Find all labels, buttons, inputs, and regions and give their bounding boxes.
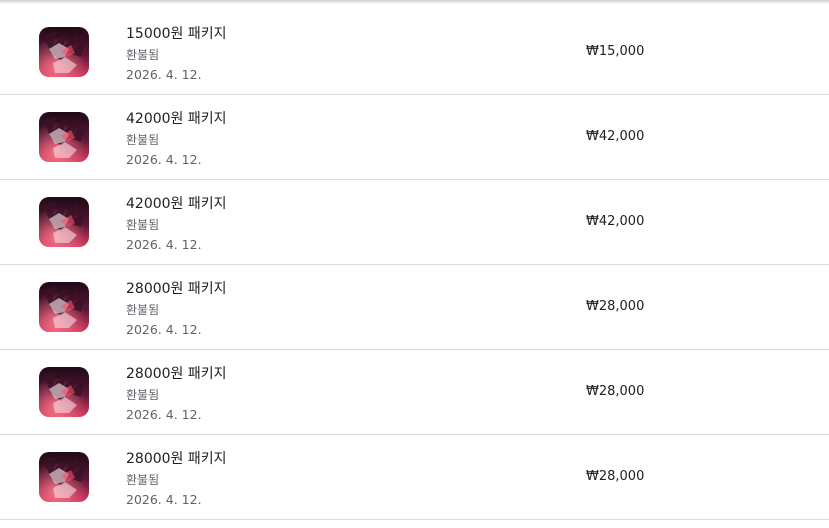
package-title: 28000원 패키지: [126, 281, 227, 297]
game-app-icon: [39, 367, 89, 417]
purchase-row[interactable]: 15000원 패키지 환불됨 2026. 4. 12. ₩15,000: [0, 10, 829, 95]
refund-status: 환불됨: [126, 133, 160, 147]
package-price: ₩42,000: [586, 129, 645, 144]
game-app-icon: [39, 112, 89, 162]
game-app-icon: [39, 197, 89, 247]
package-price: ₩28,000: [586, 384, 645, 399]
package-price: ₩42,000: [586, 214, 645, 229]
game-app-icon: [39, 282, 89, 332]
purchase-list: 15000원 패키지 환불됨 2026. 4. 12. ₩15,000 4200…: [0, 10, 829, 520]
package-price: ₩28,000: [586, 469, 645, 484]
game-app-icon: [39, 27, 89, 77]
package-title: 28000원 패키지: [126, 366, 227, 382]
purchase-date: 2026. 4. 12.: [126, 237, 202, 252]
purchase-history-page: 15000원 패키지 환불됨 2026. 4. 12. ₩15,000 4200…: [0, 0, 829, 528]
purchase-row[interactable]: 42000원 패키지 환불됨 2026. 4. 12. ₩42,000: [0, 95, 829, 180]
refund-status: 환불됨: [126, 388, 160, 402]
purchase-row[interactable]: 28000원 패키지 환불됨 2026. 4. 12. ₩28,000: [0, 265, 829, 350]
purchase-date: 2026. 4. 12.: [126, 322, 202, 337]
game-app-icon: [39, 452, 89, 502]
purchase-row[interactable]: 28000원 패키지 환불됨 2026. 4. 12. ₩28,000: [0, 435, 829, 520]
purchase-row[interactable]: 42000원 패키지 환불됨 2026. 4. 12. ₩42,000: [0, 180, 829, 265]
purchase-date: 2026. 4. 12.: [126, 407, 202, 422]
purchase-date: 2026. 4. 12.: [126, 492, 202, 507]
purchase-row[interactable]: 28000원 패키지 환불됨 2026. 4. 12. ₩28,000: [0, 350, 829, 435]
package-title: 15000원 패키지: [126, 26, 227, 42]
top-shadow-divider: [0, 0, 829, 4]
refund-status: 환불됨: [126, 218, 160, 232]
package-price: ₩28,000: [586, 299, 645, 314]
refund-status: 환불됨: [126, 303, 160, 317]
package-title: 28000원 패키지: [126, 451, 227, 467]
package-title: 42000원 패키지: [126, 111, 227, 127]
refund-status: 환불됨: [126, 473, 160, 487]
purchase-date: 2026. 4. 12.: [126, 67, 202, 82]
package-price: ₩15,000: [586, 44, 645, 59]
refund-status: 환불됨: [126, 48, 160, 62]
package-title: 42000원 패키지: [126, 196, 227, 212]
purchase-date: 2026. 4. 12.: [126, 152, 202, 167]
